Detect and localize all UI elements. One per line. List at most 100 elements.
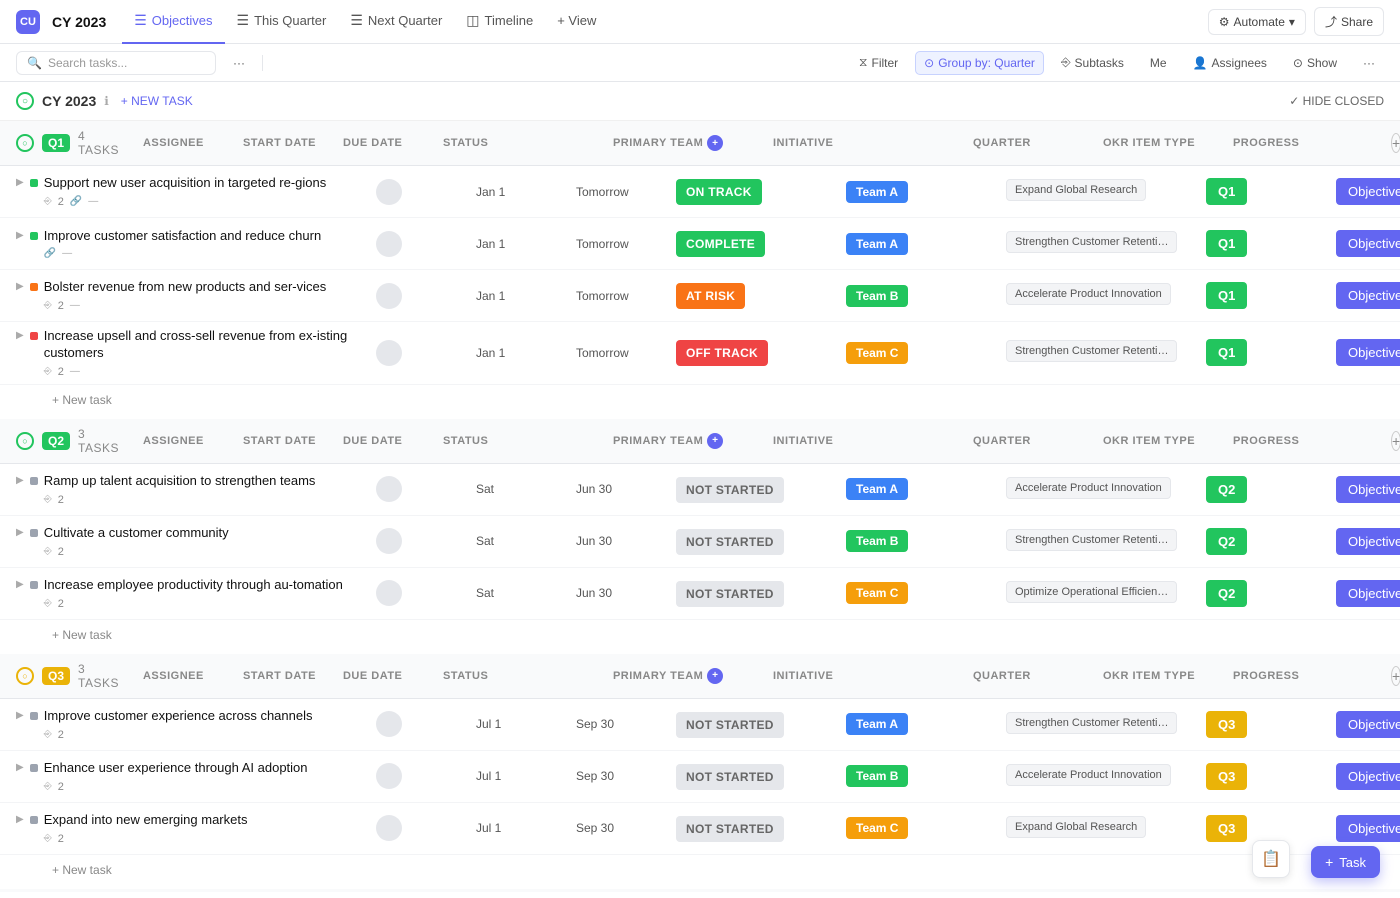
tab-objectives[interactable]: ☰ Objectives <box>122 0 224 44</box>
filter-button[interactable]: ⧖ Filter <box>850 50 907 75</box>
task-name[interactable]: Cultivate a customer community <box>44 525 229 542</box>
status-badge[interactable]: OFF TRACK <box>676 340 768 366</box>
assignee-avatar[interactable] <box>376 580 402 606</box>
year-new-task-button[interactable]: + NEW TASK <box>121 94 193 108</box>
task-name[interactable]: Improve customer experience across chann… <box>44 708 313 725</box>
automate-button[interactable]: ⚙ Automate ▾ <box>1208 9 1306 35</box>
status-badge[interactable]: COMPLETE <box>676 231 765 257</box>
assignee-avatar[interactable] <box>376 231 402 257</box>
show-button[interactable]: ⊙ Show <box>1284 51 1346 75</box>
task-name[interactable]: Improve customer satisfaction and reduce… <box>44 228 321 245</box>
team-badge[interactable]: Team C <box>846 582 908 604</box>
task-name[interactable]: Support new user acquisition in targeted… <box>44 175 327 192</box>
status-badge[interactable]: NOT STARTED <box>676 529 784 555</box>
team-add-icon[interactable]: + <box>707 433 723 449</box>
status-badge[interactable]: ON TRACK <box>676 179 762 205</box>
team-badge[interactable]: Team B <box>846 765 908 787</box>
more-icon[interactable]: — <box>62 248 72 259</box>
clipboard-button[interactable]: 📋 <box>1252 840 1290 878</box>
initiative-badge[interactable]: Strengthen Customer Retenti… <box>1006 340 1177 362</box>
team-badge[interactable]: Team A <box>846 713 908 735</box>
expand-icon[interactable]: ▶ <box>16 710 24 721</box>
q2-toggle[interactable]: ○ <box>16 432 34 450</box>
task-name[interactable]: Bolster revenue from new products and se… <box>44 279 327 296</box>
expand-icon[interactable]: ▶ <box>16 230 24 241</box>
team-add-icon[interactable]: + <box>707 668 723 684</box>
status-badge[interactable]: NOT STARTED <box>676 477 784 503</box>
year-info-icon[interactable]: ℹ <box>104 94 109 108</box>
expand-icon[interactable]: ▶ <box>16 579 24 590</box>
q3-add-button[interactable]: + <box>1391 666 1400 686</box>
initiative-badge[interactable]: Expand Global Research <box>1006 816 1146 838</box>
assignee-avatar[interactable] <box>376 528 402 554</box>
task-name[interactable]: Increase employee productivity through a… <box>44 577 343 594</box>
q1-toggle[interactable]: ○ <box>16 134 34 152</box>
expand-icon[interactable]: ▶ <box>16 527 24 538</box>
expand-icon[interactable]: ▶ <box>16 177 24 188</box>
task-name[interactable]: Expand into new emerging markets <box>44 812 248 829</box>
assignee-avatar[interactable] <box>376 283 402 309</box>
assignees-button[interactable]: 👤 Assignees <box>1184 51 1276 75</box>
task-name[interactable]: Ramp up talent acquisition to strengthen… <box>44 473 316 490</box>
team-add-icon[interactable]: + <box>707 135 723 151</box>
expand-icon[interactable]: ▶ <box>16 330 24 341</box>
search-box[interactable]: 🔍 Search tasks... <box>16 51 216 75</box>
initiative-badge[interactable]: Accelerate Product Innovation <box>1006 477 1171 499</box>
team-badge[interactable]: Team A <box>846 233 908 255</box>
q3-new-task-button[interactable]: + New task <box>52 863 1384 877</box>
group-by-button[interactable]: ⊙ Group by: Quarter <box>915 51 1044 75</box>
link-icon[interactable]: 🔗 <box>70 196 82 207</box>
assignee-avatar[interactable] <box>376 711 402 737</box>
task-name[interactable]: Enhance user experience through AI adopt… <box>44 760 308 777</box>
q2-add-button[interactable]: + <box>1391 431 1400 451</box>
q3-toggle[interactable]: ○ <box>16 667 34 685</box>
assignee-avatar[interactable] <box>376 179 402 205</box>
expand-icon[interactable]: ▶ <box>16 814 24 825</box>
hide-closed-button[interactable]: ✓ HIDE CLOSED <box>1289 94 1384 108</box>
assignee-avatar[interactable] <box>376 763 402 789</box>
add-task-fab[interactable]: + Task <box>1311 846 1380 878</box>
task-name[interactable]: Increase upsell and cross-sell revenue f… <box>44 328 376 362</box>
year-toggle[interactable]: ○ <box>16 92 34 110</box>
me-button[interactable]: Me <box>1141 51 1176 75</box>
expand-icon[interactable]: ▶ <box>16 281 24 292</box>
link-icon[interactable]: 🔗 <box>44 248 56 259</box>
status-badge[interactable]: AT RISK <box>676 283 745 309</box>
team-badge[interactable]: Team C <box>846 342 908 364</box>
status-badge[interactable]: NOT STARTED <box>676 816 784 842</box>
initiative-badge[interactable]: Accelerate Product Innovation <box>1006 283 1171 305</box>
initiative-badge[interactable]: Accelerate Product Innovation <box>1006 764 1171 786</box>
more-icon[interactable]: — <box>70 300 80 311</box>
toolbar-more-button[interactable]: ··· <box>1354 51 1384 75</box>
q2-new-task-button[interactable]: + New task <box>52 628 1384 642</box>
more-icon[interactable]: — <box>70 366 80 377</box>
status-badge[interactable]: NOT STARTED <box>676 581 784 607</box>
tab-next-quarter[interactable]: ☰ Next Quarter <box>338 0 454 44</box>
status-badge[interactable]: NOT STARTED <box>676 764 784 790</box>
team-badge[interactable]: Team B <box>846 530 908 552</box>
tab-timeline[interactable]: ◫ Timeline <box>454 0 545 44</box>
assignee-avatar[interactable] <box>376 476 402 502</box>
initiative-badge[interactable]: Strengthen Customer Retenti… <box>1006 231 1177 253</box>
initiative-badge[interactable]: Strengthen Customer Retenti… <box>1006 529 1177 551</box>
initiative-badge[interactable]: Strengthen Customer Retenti… <box>1006 712 1177 734</box>
share-button[interactable]: ⤴ Share <box>1314 7 1384 36</box>
expand-icon[interactable]: ▶ <box>16 762 24 773</box>
q1-add-button[interactable]: + <box>1391 133 1400 153</box>
team-badge[interactable]: Team B <box>846 285 908 307</box>
expand-icon[interactable]: ▶ <box>16 475 24 486</box>
assignee-avatar[interactable] <box>376 340 402 366</box>
more-icon[interactable]: — <box>88 196 98 207</box>
q1-new-task-button[interactable]: + New task <box>52 393 1384 407</box>
subtasks-button[interactable]: ⎆ Subtasks <box>1052 50 1133 75</box>
tab-this-quarter[interactable]: ☰ This Quarter <box>225 0 339 44</box>
status-badge[interactable]: NOT STARTED <box>676 712 784 738</box>
assignee-avatar[interactable] <box>376 815 402 841</box>
initiative-badge[interactable]: Expand Global Research <box>1006 179 1146 201</box>
team-badge[interactable]: Team A <box>846 478 908 500</box>
team-badge[interactable]: Team C <box>846 817 908 839</box>
team-badge[interactable]: Team A <box>846 181 908 203</box>
more-options-button[interactable]: ··· <box>224 51 254 75</box>
tab-view[interactable]: + View <box>545 0 608 44</box>
initiative-badge[interactable]: Optimize Operational Efficien… <box>1006 581 1177 603</box>
